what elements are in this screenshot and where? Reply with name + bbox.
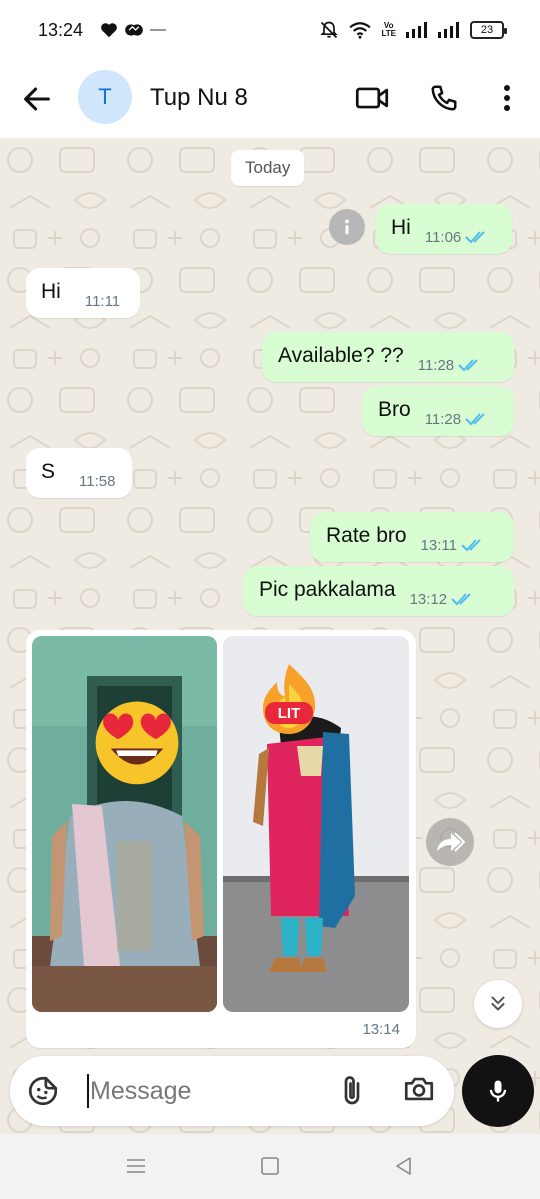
photo-message[interactable]: LIT 13:14 xyxy=(26,630,416,1048)
status-bar: 13:24 Vo LTE 23 xyxy=(0,0,540,62)
double-check-icon xyxy=(451,593,471,606)
message-time: 11:28 xyxy=(417,357,455,374)
message-bubble-incoming[interactable]: Hi 11:11 xyxy=(26,268,140,318)
text-cursor xyxy=(87,1074,89,1108)
lit-sticker-text: LIT xyxy=(278,705,301,722)
home-button[interactable] xyxy=(258,1154,282,1178)
message-bubble-incoming[interactable]: S 11:58 xyxy=(26,448,132,498)
message-text: Bro xyxy=(378,398,411,421)
date-chip: Today xyxy=(231,150,305,186)
chat-header: T Tup Nu 8 xyxy=(0,62,540,138)
video-camera-icon xyxy=(355,87,389,109)
message-text: Hi xyxy=(41,280,61,303)
small-notification-icon xyxy=(150,29,166,31)
mute-icon xyxy=(320,21,339,39)
recent-apps-button[interactable] xyxy=(124,1154,148,1178)
camera-button[interactable] xyxy=(402,1072,438,1110)
battery-indicator: 23 xyxy=(470,21,507,39)
message-time: 13:11 xyxy=(420,537,457,554)
phone-icon xyxy=(431,85,457,111)
forward-icon xyxy=(437,832,465,852)
lit-fire-emoji-icon: LIT xyxy=(263,664,316,734)
message-bubble-outgoing[interactable]: Rate bro 13:11 xyxy=(310,512,514,562)
message-time: 11:11 xyxy=(84,293,121,310)
message-text: Available? ?? xyxy=(278,344,404,367)
message-text: S xyxy=(41,460,56,483)
video-call-button[interactable] xyxy=(354,80,390,116)
wifi-icon xyxy=(349,22,372,39)
menu-icon xyxy=(127,1159,145,1173)
camera-icon xyxy=(404,1077,434,1101)
message-text: Rate bro xyxy=(326,524,407,547)
message-text: Pic pakkalama xyxy=(259,578,396,601)
message-text: Hi xyxy=(391,216,411,239)
double-check-icon xyxy=(465,413,485,426)
contact-name[interactable]: Tup Nu 8 xyxy=(150,84,248,112)
microphone-icon xyxy=(489,1080,507,1102)
volte-indicator: Vo LTE xyxy=(381,21,396,38)
app-notification-icon xyxy=(125,24,143,36)
message-bubble-outgoing[interactable]: Pic pakkalama 13:12 xyxy=(243,566,514,616)
photo-time: 13:14 xyxy=(362,1021,400,1038)
double-check-icon xyxy=(458,359,478,372)
message-time: 11:06 xyxy=(424,229,462,246)
double-chevron-down-icon xyxy=(491,996,505,1011)
sticker-icon xyxy=(28,1076,58,1106)
chat-area[interactable]: Today Hi 11:06 Hi 11:11 Available? ?? 11… xyxy=(0,138,540,1134)
signal-icon xyxy=(406,22,427,38)
message-bubble-outgoing[interactable]: Hi 11:06 xyxy=(376,204,512,254)
square-icon xyxy=(261,1157,279,1175)
arrow-left-icon xyxy=(24,87,50,111)
message-composer xyxy=(10,1056,454,1126)
back-nav-button[interactable] xyxy=(392,1154,416,1178)
photo-1[interactable] xyxy=(32,636,217,1012)
heart-icon xyxy=(101,23,117,38)
scroll-to-bottom-button[interactable] xyxy=(474,980,522,1028)
emoji-sticker-button[interactable] xyxy=(26,1074,60,1108)
double-check-icon xyxy=(465,231,485,244)
message-time: 11:28 xyxy=(424,411,462,428)
photo-1-image xyxy=(32,636,217,1012)
back-button[interactable] xyxy=(20,82,54,116)
info-icon xyxy=(345,219,349,235)
signal-icon-2 xyxy=(438,22,459,38)
info-button[interactable] xyxy=(329,209,365,245)
message-time: 13:12 xyxy=(409,591,448,608)
status-time: 13:24 xyxy=(38,20,84,40)
avatar[interactable]: T xyxy=(78,70,132,124)
more-options-button[interactable] xyxy=(489,80,525,116)
voice-call-button[interactable] xyxy=(426,80,462,116)
message-time: 11:58 xyxy=(79,473,116,490)
attach-button[interactable] xyxy=(334,1072,370,1110)
forward-button[interactable] xyxy=(426,818,474,866)
heart-eyes-emoji-icon xyxy=(95,701,179,785)
photo-2[interactable]: LIT xyxy=(223,636,409,1012)
message-input[interactable] xyxy=(90,1072,320,1110)
system-navigation-bar xyxy=(0,1134,540,1199)
message-bubble-outgoing[interactable]: Bro 11:28 xyxy=(362,386,514,436)
more-vertical-icon xyxy=(504,85,510,111)
message-bubble-outgoing[interactable]: Available? ?? 11:28 xyxy=(262,332,514,382)
double-check-icon xyxy=(461,539,481,552)
voice-message-button[interactable] xyxy=(462,1055,534,1127)
paperclip-icon xyxy=(344,1076,360,1105)
triangle-back-icon xyxy=(396,1157,411,1175)
